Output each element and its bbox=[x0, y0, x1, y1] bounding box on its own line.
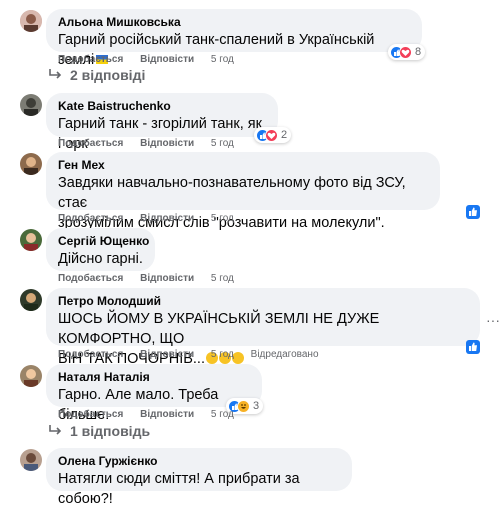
reactions-summary[interactable]: 8 bbox=[388, 44, 426, 60]
avatar[interactable] bbox=[20, 10, 42, 32]
comment-author[interactable]: Олена Гуржієнко bbox=[58, 454, 340, 469]
avatar[interactable] bbox=[20, 449, 42, 471]
like-link[interactable]: Подобається bbox=[58, 138, 123, 149]
comment-actions: Подобається Відповісти 5 год Відредагова… bbox=[58, 349, 333, 360]
reactions-summary[interactable]: 2 bbox=[254, 127, 292, 143]
timestamp[interactable]: 5 год bbox=[211, 409, 234, 420]
reply-arrow-icon bbox=[48, 423, 62, 439]
avatar[interactable] bbox=[20, 289, 42, 311]
reaction-count: 2 bbox=[281, 129, 288, 141]
more-options-icon[interactable]: ··· bbox=[486, 312, 500, 328]
comment-author[interactable]: Kate Baistruchenko bbox=[58, 99, 266, 114]
comment-author[interactable]: Сергій Ющенко bbox=[58, 234, 149, 249]
edited-label: Відредаговано bbox=[250, 349, 319, 360]
reply-link[interactable]: Відповісти bbox=[140, 138, 194, 149]
comment-actions: Подобається Відповісти 5 год bbox=[58, 213, 248, 224]
reply-arrow-icon bbox=[48, 67, 62, 83]
reply-link[interactable]: Відповісти bbox=[140, 409, 194, 420]
replies-count-label: 1 відповідь bbox=[70, 423, 151, 439]
reply-link[interactable]: Відповісти bbox=[140, 273, 194, 284]
comment-text-line: Завдяки навчально-познавательному фото в… bbox=[58, 175, 406, 211]
timestamp[interactable]: 5 год bbox=[211, 349, 234, 360]
reaction-count: 8 bbox=[415, 46, 422, 58]
comment-bubble: Сергій Ющенко Дійсно гарні. bbox=[46, 228, 155, 271]
comment-bubble: Kate Baistruchenko Гарний танк - згоріли… bbox=[46, 93, 278, 152]
like-link[interactable]: Подобається bbox=[58, 213, 123, 224]
reply-link[interactable]: Відповісти bbox=[140, 54, 194, 65]
comment-text: Дійсно гарні. bbox=[58, 251, 143, 267]
like-icon bbox=[466, 340, 480, 354]
avatar[interactable] bbox=[20, 229, 42, 251]
comment-text-line: ШОСЬ ЙОМУ В УКРАЇНСЬКІЙ ЗЕМЛІ НЕ ДУЖЕ КО… bbox=[58, 311, 380, 347]
reply-link[interactable]: Відповісти bbox=[140, 349, 194, 360]
comment-actions: Подобається Відповісти 5 год bbox=[58, 409, 248, 420]
comment-author[interactable]: Ген Мех bbox=[58, 158, 428, 173]
comment-bubble: Олена Гуржієнко Натягли сюди сміття! А п… bbox=[46, 448, 352, 507]
reaction-count: 3 bbox=[253, 400, 260, 412]
comment-author[interactable]: Петро Молодший bbox=[58, 294, 468, 309]
avatar[interactable] bbox=[20, 153, 42, 175]
like-link[interactable]: Подобається bbox=[58, 54, 123, 65]
timestamp[interactable]: 5 год bbox=[211, 213, 234, 224]
timestamp[interactable]: 5 год bbox=[211, 273, 234, 284]
like-icon bbox=[466, 205, 480, 219]
avatar[interactable] bbox=[20, 94, 42, 116]
love-icon bbox=[399, 45, 412, 59]
comment-actions: Подобається Відповісти 5 год bbox=[58, 273, 248, 284]
like-link[interactable]: Подобається bbox=[58, 349, 123, 360]
like-link[interactable]: Подобається bbox=[58, 409, 123, 420]
comment-author[interactable]: Наталя Наталія bbox=[58, 370, 250, 385]
comment-bubble: Ген Мех Завдяки навчально-познавательном… bbox=[46, 152, 440, 231]
comment-author[interactable]: Альона Мишковська bbox=[58, 15, 410, 30]
view-replies-link[interactable]: 1 відповідь bbox=[48, 423, 150, 439]
timestamp[interactable]: 5 год bbox=[211, 138, 234, 149]
comment-text: Натягли сюди сміття! А прибрати за собою… bbox=[58, 471, 300, 507]
replies-count-label: 2 відповіді bbox=[70, 67, 146, 83]
comment-bubble: Альона Мишковська Гарний російський танк… bbox=[46, 9, 422, 68]
comment-bubble: Петро Молодший ШОСЬ ЙОМУ В УКРАЇНСЬКІЙ З… bbox=[46, 288, 480, 367]
love-icon bbox=[265, 128, 278, 142]
like-link[interactable]: Подобається bbox=[58, 273, 123, 284]
comment-actions: Подобається Відповісти 5 год bbox=[58, 54, 248, 65]
avatar[interactable] bbox=[20, 365, 42, 387]
reply-link[interactable]: Відповісти bbox=[140, 213, 194, 224]
timestamp[interactable]: 5 год bbox=[211, 54, 234, 65]
view-replies-link[interactable]: 2 відповіді bbox=[48, 67, 145, 83]
comment-actions: Подобається Відповісти 5 год bbox=[58, 138, 248, 149]
